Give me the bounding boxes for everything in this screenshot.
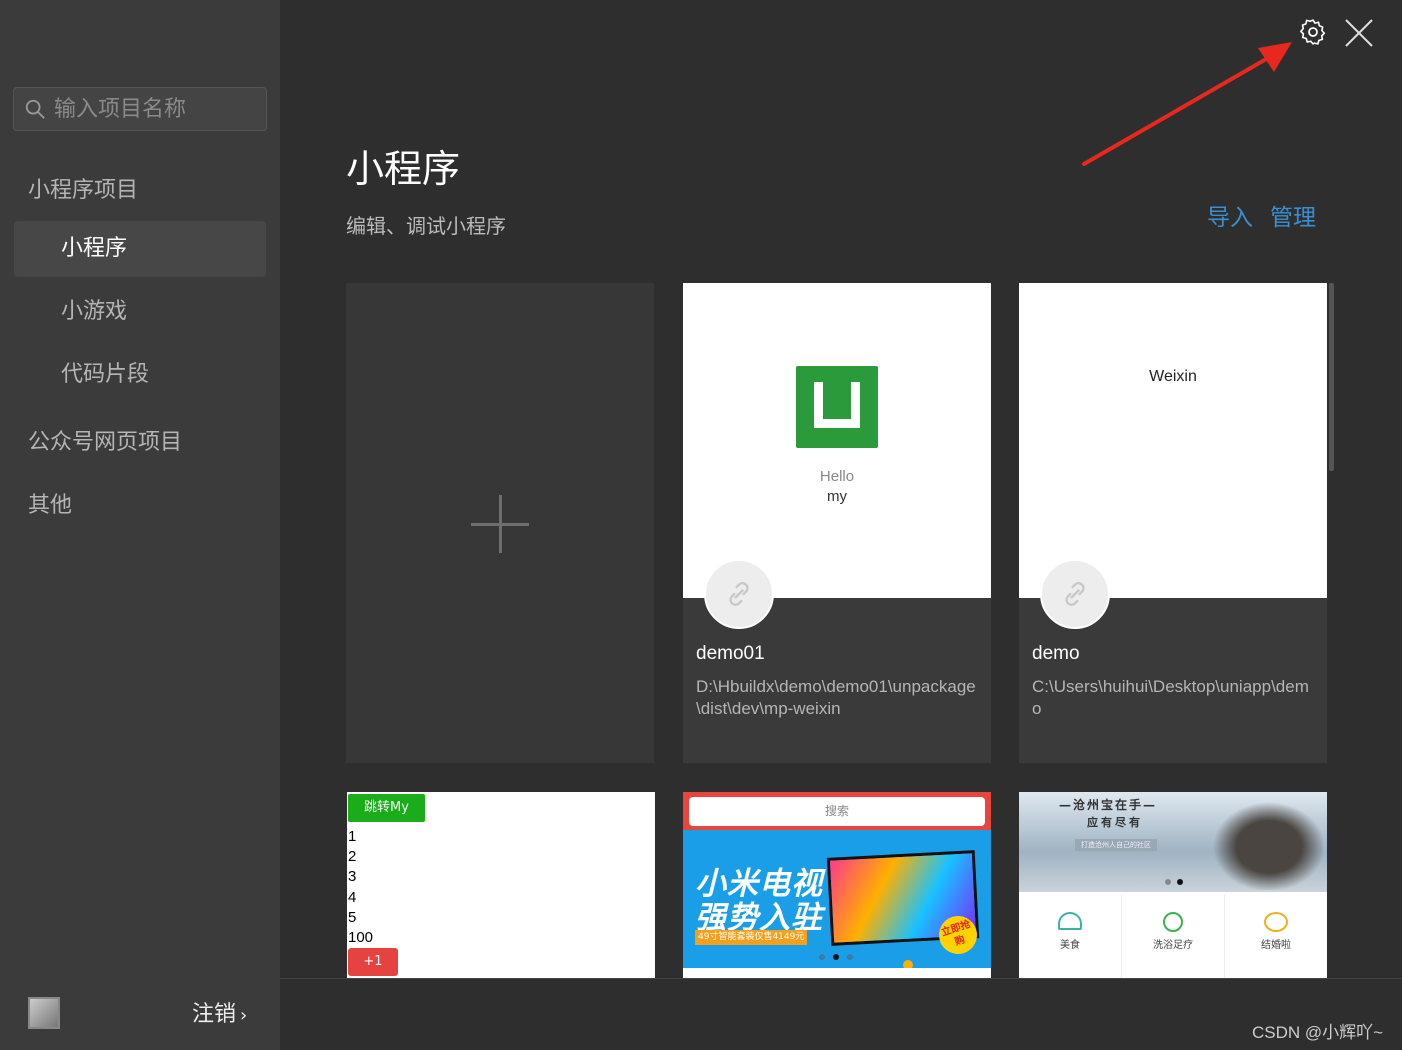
project-preview: Hello my [683, 283, 991, 598]
list-item: 4 [348, 888, 357, 906]
new-project-card[interactable] [346, 283, 654, 763]
watermark: CSDN @小辉吖~ [1252, 1023, 1384, 1042]
footer-divider [280, 978, 1402, 979]
sidebar-group-miniprogram[interactable]: 小程序项目 [28, 172, 138, 204]
logout-label: 注销 [192, 1002, 237, 1027]
thumb-banner-tag: 49寸智能套装仅售4149元 [695, 930, 808, 945]
list-item: 5 [348, 908, 357, 926]
project-badge [1040, 559, 1110, 629]
preview-my: my [827, 488, 847, 505]
avatar[interactable] [28, 997, 60, 1029]
preview-weixin: Weixin [1149, 368, 1197, 385]
thumb-plus-button: +1 [348, 948, 398, 976]
page-subtitle: 编辑、调试小程序 [346, 214, 506, 238]
project-path: D:\Hbuildx\demo\demo01\unpackage\dist\de… [696, 677, 976, 718]
search-box[interactable] [13, 87, 267, 131]
sidebar-item-miniprogram[interactable]: 小程序 [14, 221, 266, 277]
list-item: 2 [348, 848, 357, 866]
project-thumb-3[interactable]: —沧州宝在手— 应有尽有 打造沧州人自己的社区 美食 洗浴足疗 结婚啦 [1019, 792, 1327, 978]
project-thumb-1[interactable]: 跳转My 1 2 3 4 5 100 +1 [347, 792, 655, 978]
preview-hello: Hello [819, 468, 855, 485]
category-wedding: 结婚啦 [1225, 894, 1327, 978]
logout-button[interactable]: 注销 › [192, 996, 247, 1028]
search-icon [25, 99, 45, 119]
project-card-demo01[interactable]: Hello my demo01 D:\Hbuildx\demo\demo01\u… [683, 283, 991, 763]
lion-statue [1203, 794, 1323, 890]
chevron-right-icon: › [240, 1005, 248, 1026]
annotation-arrow [1082, 42, 1292, 166]
category-label: 洗浴足疗 [1153, 940, 1193, 951]
food-icon [1058, 912, 1082, 930]
project-name: demo [1032, 643, 1080, 664]
project-path: C:\Users\huihui\Desktop\uniapp\demo [1032, 677, 1309, 718]
thumb-hint: 打造沧州人自己的社区 [1075, 839, 1157, 851]
link-icon [1065, 582, 1085, 606]
category-label: 美食 [1060, 940, 1080, 951]
project-name: demo01 [696, 643, 765, 664]
import-link[interactable]: 导入 [1207, 198, 1253, 232]
list-item: 100 [348, 929, 374, 947]
project-card-demo[interactable]: Weixin demo C:\Users\huihui\Desktop\unia… [1019, 283, 1327, 763]
category-label: 结婚啦 [1261, 940, 1291, 951]
thumb-search-bar: 搜索 [689, 797, 985, 826]
sidebar-group-web[interactable]: 公众号网页项目 [28, 424, 182, 456]
close-icon[interactable] [1342, 16, 1376, 50]
category-bath: 洗浴足疗 [1122, 894, 1225, 978]
scrollbar[interactable] [1329, 283, 1334, 471]
project-thumb-2[interactable]: 搜索 小米电视 强势入驻 49寸智能套装仅售4149元 立即抢购 [683, 792, 991, 978]
rings-icon [1264, 912, 1288, 932]
sidebar-item-minigame[interactable]: 小游戏 [14, 284, 266, 340]
sidebar-group-other[interactable]: 其他 [28, 487, 72, 519]
link-icon [729, 582, 749, 606]
gear-icon[interactable] [1298, 16, 1328, 48]
project-badge [704, 559, 774, 629]
thumb-number-list: 1 2 3 4 5 100 [348, 827, 373, 948]
list-item: 1 [348, 828, 357, 845]
bath-icon [1163, 912, 1183, 932]
sidebar-item-snippets[interactable]: 代码片段 [14, 347, 266, 403]
thumb-headline: —沧州宝在手— [1059, 798, 1158, 812]
manage-link[interactable]: 管理 [1270, 198, 1316, 232]
sidebar: 小程序项目 小程序 小游戏 代码片段 公众号网页项目 其他 [0, 0, 280, 1050]
page-title: 小程序 [346, 147, 461, 191]
thumb-jump-button: 跳转My [348, 794, 425, 822]
uniapp-logo [796, 366, 878, 448]
list-item: 3 [348, 868, 357, 886]
thumb-sub: 应有尽有 [1087, 816, 1143, 829]
plus-icon [471, 495, 529, 553]
search-input[interactable] [54, 96, 254, 122]
project-preview: Weixin [1019, 283, 1327, 598]
category-food: 美食 [1019, 894, 1122, 978]
